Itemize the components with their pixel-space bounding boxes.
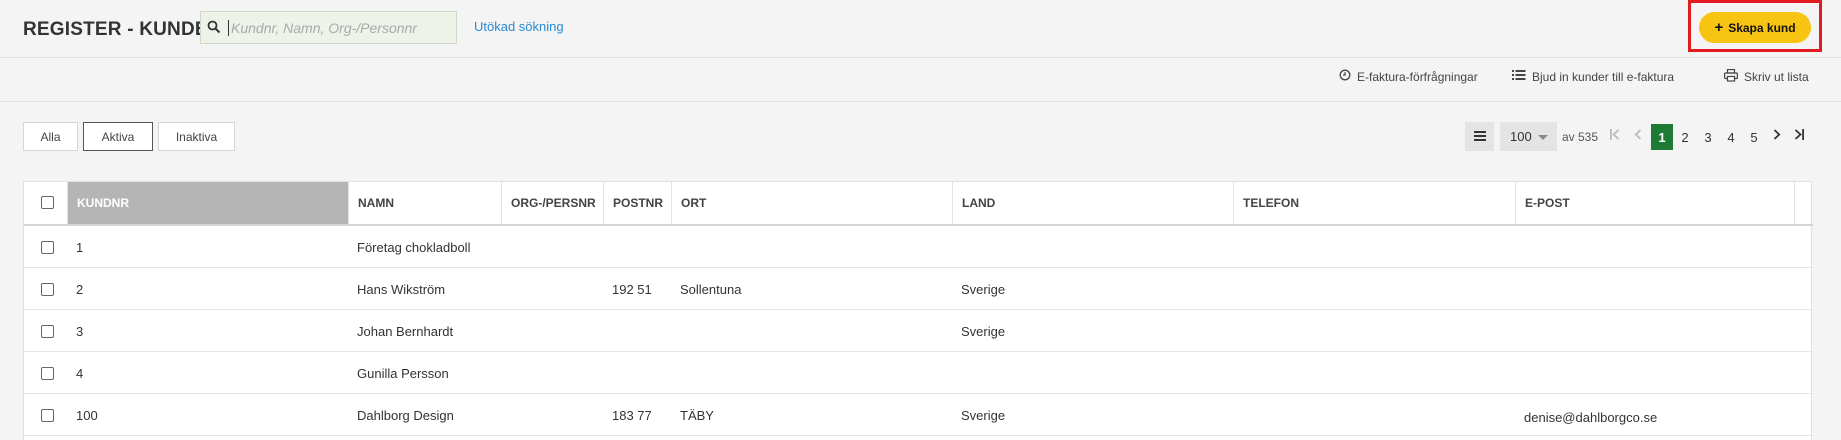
row-checkbox[interactable] [41,283,54,296]
page-3-button[interactable]: 3 [1697,124,1719,150]
cell-namn: Företag chokladboll [357,240,471,255]
clock-icon [1339,69,1351,84]
column-header-telefon[interactable]: TELEFON [1234,182,1516,224]
print-list-label: Skriv ut lista [1744,70,1809,84]
search-input[interactable] [231,16,451,40]
efaktura-requests-link[interactable]: E-faktura-förfrågningar [1339,69,1478,84]
row-checkbox[interactable] [41,409,54,422]
column-header-land[interactable]: LAND [953,182,1234,224]
invite-efaktura-link[interactable]: Bjud in kunder till e-faktura [1512,69,1674,84]
print-list-link[interactable]: Skriv ut lista [1724,68,1809,85]
filter-active-button[interactable]: Aktiva [83,122,153,151]
column-header-namn[interactable]: NAMN [349,182,502,224]
table-header: KUNDNR NAMN ORG-/PERSNR POSTNR ORT LAND … [24,182,1813,226]
table-row[interactable]: 3 Johan Bernhardt Sverige [24,310,1813,352]
invite-efaktura-label: Bjud in kunder till e-faktura [1532,69,1675,84]
cell-ort: TÄBY [680,408,714,423]
list-icon [1512,69,1526,84]
row-checkbox[interactable] [41,241,54,254]
header-divider [0,57,1841,58]
next-page-icon[interactable] [1773,128,1781,143]
cell-land: Sverige [961,324,1006,339]
text-cursor [228,20,229,36]
advanced-search-link[interactable]: Utökad sökning [474,19,564,34]
page-2-button[interactable]: 2 [1674,124,1696,150]
column-header-orgnr[interactable]: ORG-/PERSNR [502,182,604,224]
page-title: REGISTER - KUNDER [23,19,222,40]
cell-namn: Dahlborg Design [357,408,454,423]
prev-page-icon[interactable] [1634,128,1642,143]
chevron-down-icon [1538,135,1548,140]
printer-icon [1724,68,1739,85]
total-count: av 535 [1562,130,1599,144]
row-checkbox[interactable] [41,367,54,380]
page-size-value: 100 [1510,129,1532,144]
column-menu-button[interactable] [1465,122,1494,151]
column-header-epost[interactable]: E-POST [1516,182,1795,224]
column-header-kundnr[interactable]: KUNDNR [68,182,349,224]
cell-postnr: 183 77 [612,408,652,423]
status-filter-group: Alla Aktiva Inaktiva [23,122,235,151]
cell-kundnr: 3 [76,324,84,339]
cell-namn: Gunilla Persson [357,366,449,381]
cell-land: Sverige [961,282,1006,297]
filter-all-button[interactable]: Alla [23,122,78,151]
cell-epost: denise@dahlborgco.se [1524,410,1658,425]
page-4-button[interactable]: 4 [1720,124,1742,150]
cell-ort: Sollentuna [680,282,742,297]
page-size-select[interactable]: 100 [1500,122,1557,151]
search-icon [207,20,221,39]
efaktura-requests-label: E-faktura-förfrågningar [1357,69,1478,84]
customer-table: KUNDNR NAMN ORG-/PERSNR POSTNR ORT LAND … [23,181,1813,440]
cell-namn: Johan Bernhardt [357,324,454,339]
actions-divider [0,101,1841,102]
plus-icon: + [1714,19,1724,36]
last-page-icon[interactable] [1794,128,1804,143]
page-5-button[interactable]: 5 [1743,124,1765,150]
create-customer-label: Skapa kund [1728,20,1796,35]
first-page-icon[interactable] [1610,128,1620,143]
cell-land: Sverige [961,408,1006,423]
select-all-checkbox[interactable] [41,196,54,209]
filter-inactive-button[interactable]: Inaktiva [158,122,235,151]
cell-kundnr: 2 [76,282,84,297]
cell-kundnr: 1 [76,240,84,255]
row-checkbox[interactable] [41,325,54,338]
hamburger-icon [1473,128,1486,146]
page-1-button[interactable]: 1 [1651,124,1673,150]
table-row[interactable]: 100 Dahlborg Design 183 77 TÄBY Sverige … [24,394,1813,436]
column-header-ort[interactable]: ORT [672,182,953,224]
table-row[interactable]: 1 Företag chokladboll [24,226,1813,268]
cell-postnr: 192 51 [612,282,652,297]
cell-kundnr: 100 [76,408,98,423]
select-all-cell [24,182,68,224]
column-header-postnr[interactable]: POSTNR [604,182,672,224]
search-box[interactable] [200,11,457,44]
cell-kundnr: 4 [76,366,84,381]
table-row[interactable]: 4 Gunilla Persson [24,352,1813,394]
cell-namn: Hans Wikström [357,282,446,297]
table-row[interactable]: 2 Hans Wikström 192 51 Sollentuna Sverig… [24,268,1813,310]
create-customer-button[interactable]: + Skapa kund [1699,12,1811,43]
